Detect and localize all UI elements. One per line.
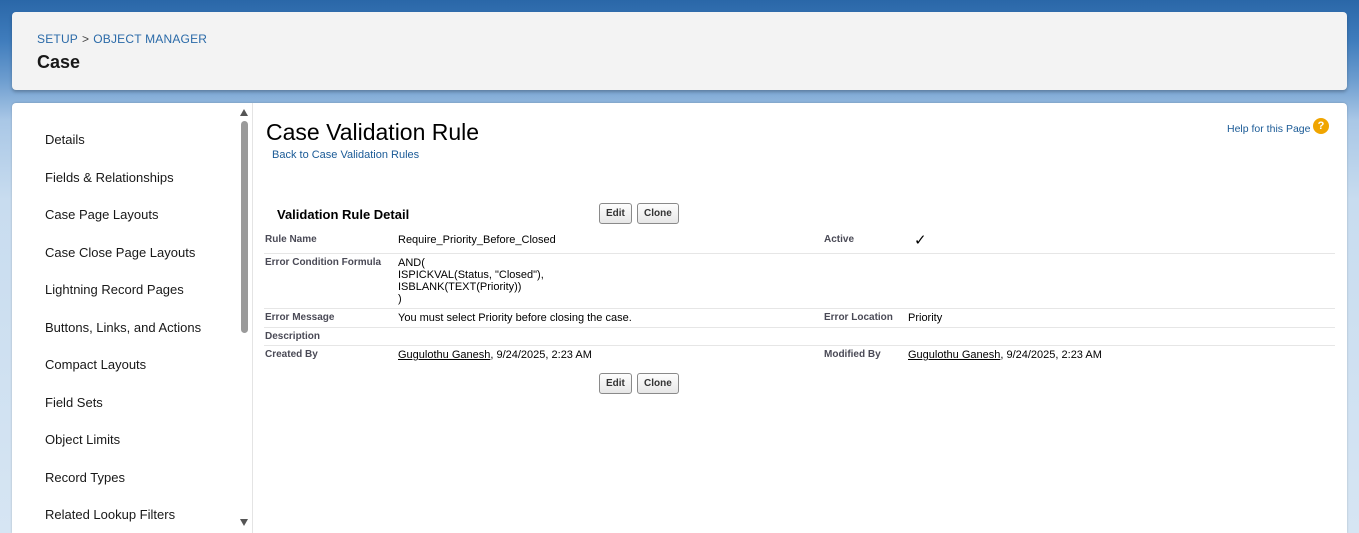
- row-divider: [264, 253, 1335, 254]
- formula-line: ISPICKVAL(Status, "Closed"),: [398, 269, 544, 281]
- sidebar-item-case-page-layouts[interactable]: Case Page Layouts: [45, 207, 158, 222]
- sidebar-item-field-sets[interactable]: Field Sets: [45, 395, 103, 410]
- checkmark-icon: ✓: [914, 232, 927, 249]
- clone-button-bottom[interactable]: Clone: [637, 373, 679, 394]
- help-icon[interactable]: ?: [1313, 118, 1329, 134]
- sidebar-item-related-lookup-filters[interactable]: Related Lookup Filters: [45, 507, 175, 522]
- sidebar-item-object-limits[interactable]: Object Limits: [45, 432, 120, 447]
- sidebar-item-buttons-links-actions[interactable]: Buttons, Links, and Actions: [45, 320, 201, 335]
- edit-button-bottom[interactable]: Edit: [599, 373, 632, 394]
- formula-line: ISBLANK(TEXT(Priority)): [398, 281, 522, 293]
- active-label: Active: [824, 234, 855, 245]
- sidebar-item-lightning-record-pages[interactable]: Lightning Record Pages: [45, 282, 184, 297]
- description-label: Description: [265, 331, 321, 342]
- row-divider: [264, 345, 1335, 346]
- created-by-date: , 9/24/2025, 2:23 AM: [490, 349, 592, 361]
- setup-header: SETUP > OBJECT MANAGER Case: [12, 12, 1347, 90]
- formula-label: Error Condition Formula: [265, 257, 382, 268]
- section-title: Validation Rule Detail: [277, 207, 410, 222]
- row-divider: [264, 327, 1335, 328]
- object-title: Case: [37, 52, 81, 72]
- breadcrumb: SETUP > OBJECT MANAGER: [37, 32, 207, 46]
- row-divider: [264, 308, 1335, 309]
- scroll-down-arrow-icon[interactable]: [240, 519, 248, 526]
- breadcrumb-setup-link[interactable]: SETUP: [37, 32, 78, 46]
- modified-by-date: , 9/24/2025, 2:23 AM: [1000, 349, 1102, 361]
- scrollbar-thumb[interactable]: [241, 121, 248, 333]
- edit-button-top[interactable]: Edit: [599, 203, 632, 224]
- modified-by-user-link[interactable]: Gugulothu Ganesh: [908, 349, 1000, 361]
- clone-button-top[interactable]: Clone: [637, 203, 679, 224]
- scroll-up-arrow-icon[interactable]: [240, 109, 248, 116]
- created-by-user-link[interactable]: Gugulothu Ganesh: [398, 349, 490, 361]
- sidebar-item-details[interactable]: Details: [45, 132, 85, 147]
- error-location-label: Error Location: [824, 312, 893, 323]
- main-panel: Details Fields & Relationships Case Page…: [12, 103, 1347, 533]
- created-by-label: Created By: [265, 349, 318, 360]
- modified-by-label: Modified By: [824, 349, 881, 360]
- sidebar-item-fields-relationships[interactable]: Fields & Relationships: [45, 170, 174, 185]
- formula-line: AND(: [398, 257, 425, 269]
- help-link[interactable]: Help for this Page: [1227, 123, 1310, 135]
- sidebar-item-compact-layouts[interactable]: Compact Layouts: [45, 357, 146, 372]
- modified-by-value: Gugulothu Ganesh, 9/24/2025, 2:23 AM: [908, 349, 1102, 361]
- rule-name-label: Rule Name: [265, 234, 317, 245]
- back-to-rules-link[interactable]: Back to Case Validation Rules: [272, 149, 419, 161]
- breadcrumb-separator: >: [82, 32, 90, 46]
- error-location-value: Priority: [908, 312, 943, 324]
- rule-name-value: Require_Priority_Before_Closed: [398, 234, 556, 246]
- breadcrumb-object-manager-link[interactable]: OBJECT MANAGER: [93, 32, 207, 46]
- created-by-value: Gugulothu Ganesh, 9/24/2025, 2:23 AM: [398, 349, 592, 361]
- sidebar-scrollbar[interactable]: [238, 107, 250, 531]
- sidebar-item-case-close-page-layouts[interactable]: Case Close Page Layouts: [45, 245, 195, 260]
- formula-line: ): [398, 293, 402, 305]
- sidebar-item-record-types[interactable]: Record Types: [45, 470, 125, 485]
- object-sidebar: Details Fields & Relationships Case Page…: [12, 103, 252, 533]
- rule-content: Case Validation Rule Back to Case Valida…: [253, 103, 1347, 533]
- error-message-value: You must select Priority before closing …: [398, 312, 632, 324]
- page-title: Case Validation Rule: [266, 119, 480, 145]
- error-message-label: Error Message: [265, 312, 335, 323]
